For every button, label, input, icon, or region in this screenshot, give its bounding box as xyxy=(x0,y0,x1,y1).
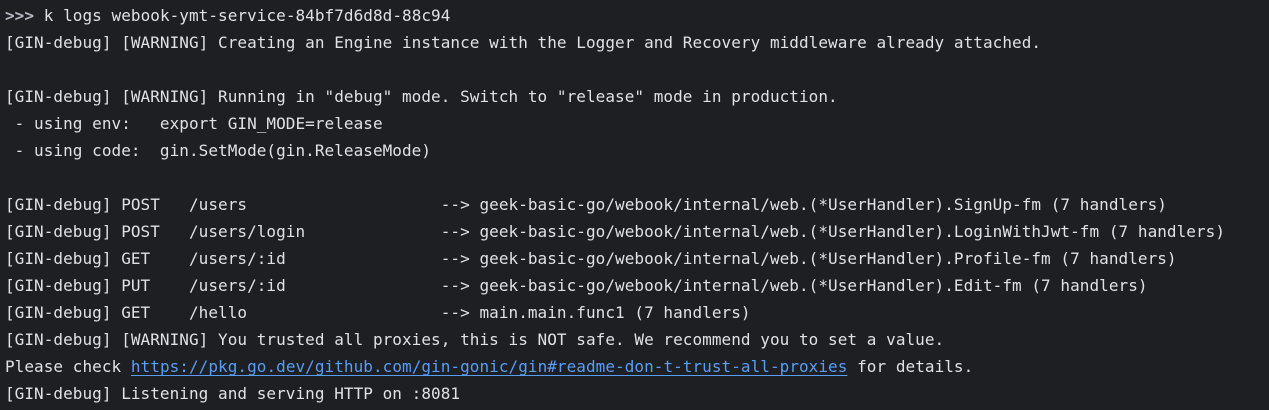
please-check-suffix: for details. xyxy=(847,357,974,376)
log-line: - using code: gin.SetMode(gin.ReleaseMod… xyxy=(5,141,432,160)
log-line: [GIN-debug] [WARNING] Creating an Engine… xyxy=(5,33,1042,52)
command-text: k logs webook-ymt-service-84bf7d6d8d-88c… xyxy=(34,6,451,25)
log-line-route: [GIN-debug] GET /hello --> main.main.fun… xyxy=(5,303,751,322)
prompt-icon: >>> xyxy=(5,6,35,25)
log-line: - using env: export GIN_MODE=release xyxy=(5,114,383,133)
terminal-window[interactable]: >>> k logs webook-ymt-service-84bf7d6d8d… xyxy=(0,0,1269,410)
command-line: >>> k logs webook-ymt-service-84bf7d6d8d… xyxy=(5,2,1269,29)
log-line-route: [GIN-debug] PUT /users/:id --> geek-basi… xyxy=(5,276,1148,295)
listening-line: [GIN-debug] Listening and serving HTTP o… xyxy=(5,384,461,403)
please-check-prefix: Please check xyxy=(5,357,131,376)
please-check-line: Please check https://pkg.go.dev/github.c… xyxy=(5,353,1269,380)
log-line-route: [GIN-debug] POST /users/login --> geek-b… xyxy=(5,222,1226,241)
proxies-doc-link[interactable]: https://pkg.go.dev/github.com/gin-gonic/… xyxy=(131,357,848,376)
log-line: [GIN-debug] [WARNING] Running in "debug"… xyxy=(5,87,838,106)
log-line-route: [GIN-debug] GET /users/:id --> geek-basi… xyxy=(5,249,1177,268)
log-line-route: [GIN-debug] POST /users --> geek-basic-g… xyxy=(5,195,1167,214)
log-line-warning: [GIN-debug] [WARNING] You trusted all pr… xyxy=(5,330,945,349)
